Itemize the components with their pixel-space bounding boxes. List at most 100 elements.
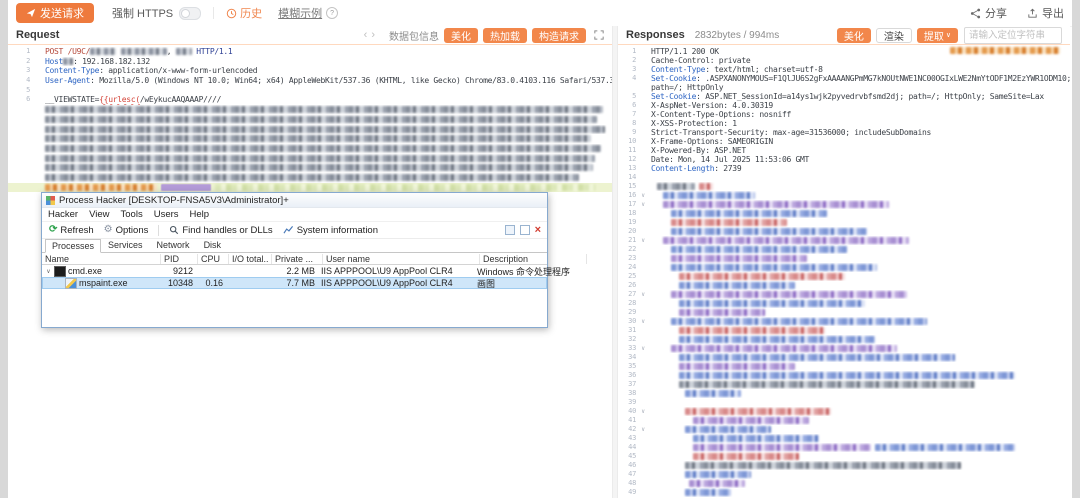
process-cell: IIS APPPOOL\U9 AppPool CLR4 xyxy=(318,266,474,276)
window-controls: × xyxy=(505,225,543,236)
tab-network[interactable]: Network xyxy=(150,238,197,252)
editor-line xyxy=(8,163,612,173)
editor-line: 3Content-Type: application/x-www-form-ur… xyxy=(8,66,612,76)
menu-item-view[interactable]: View xyxy=(89,209,109,220)
extract-dropdown-button[interactable]: 提取 ∨ xyxy=(917,28,958,43)
tab-disk[interactable]: Disk xyxy=(197,238,229,252)
process-name-cell: ∨cmd.exe xyxy=(42,266,160,277)
column-header-1[interactable]: PID xyxy=(161,254,198,264)
fuzz-example-link[interactable]: 模糊示例 xyxy=(278,5,322,21)
line-content xyxy=(647,443,1070,452)
locate-string-input[interactable] xyxy=(964,27,1062,44)
column-header-5[interactable]: User name xyxy=(323,254,480,264)
options-button[interactable]: ⚙ Options xyxy=(101,225,152,236)
line-content xyxy=(647,434,1070,443)
redacted-content xyxy=(161,184,211,191)
fold-icon[interactable]: ∨ xyxy=(639,191,647,200)
editor-line: 47 xyxy=(618,470,1070,479)
share-button[interactable]: 分享 xyxy=(970,5,1007,21)
column-header-0[interactable]: Name xyxy=(42,254,161,264)
fold-icon[interactable]: ∨ xyxy=(639,407,647,416)
process-row-mspaint-exe[interactable]: mspaint.exe103480.167.7 MBIIS APPPOOL\U9… xyxy=(42,277,547,289)
code-text: __VIEWSTATE= xyxy=(45,95,99,104)
editor-line: 10X-Frame-Options: SAMEORIGIN xyxy=(618,137,1070,146)
redacted-content xyxy=(663,192,755,199)
line-content xyxy=(647,362,1070,371)
editor-line: path=/; HttpOnly xyxy=(618,83,1070,92)
editor-line: 27∨ xyxy=(618,290,1070,299)
editor-line: 7X-Content-Type-Options: nosniff xyxy=(618,110,1070,119)
close-icon[interactable]: × xyxy=(535,225,541,236)
line-content xyxy=(647,452,1070,461)
redacted-content xyxy=(215,184,595,191)
history-button[interactable]: 历史 xyxy=(226,5,262,21)
fold-icon[interactable]: ∨ xyxy=(639,200,647,209)
fold-icon[interactable]: ∨ xyxy=(639,425,647,434)
tree-expander-icon[interactable]: ∨ xyxy=(45,268,52,275)
process-cell: 2.2 MB xyxy=(268,266,318,276)
process-row-cmd-exe[interactable]: ∨cmd.exe92122.2 MBIIS APPPOOL\U9 AppPool… xyxy=(42,265,547,277)
menu-item-hacker[interactable]: Hacker xyxy=(48,209,78,220)
code-text: X-Powered-By: ASP.NET xyxy=(651,146,746,155)
response-editor[interactable]: 1HTTP/1.1 200 OK2Cache-Control: private3… xyxy=(618,45,1070,498)
force-https-toggle[interactable] xyxy=(179,7,201,20)
menu-item-users[interactable]: Users xyxy=(154,209,179,220)
redacted-content xyxy=(685,489,731,496)
system-information-button[interactable]: System information xyxy=(280,225,381,236)
line-content xyxy=(647,263,1070,272)
menu-item-help[interactable]: Help xyxy=(190,209,210,220)
redacted-content xyxy=(45,126,605,133)
line-number: 15 xyxy=(618,182,639,191)
history-label: 历史 xyxy=(240,5,262,21)
line-content xyxy=(647,407,1070,416)
line-number: 36 xyxy=(618,371,639,380)
beautify-response-button[interactable]: 美化 xyxy=(837,28,871,43)
editor-line: 29 xyxy=(618,308,1070,317)
fold-icon[interactable]: ∨ xyxy=(639,317,647,326)
fold-icon[interactable]: ∨ xyxy=(639,236,647,245)
line-number: 16 xyxy=(618,191,639,200)
find-handles-button[interactable]: Find handles or DLLs xyxy=(166,225,275,236)
line-content: Content-Length: 2739 xyxy=(647,164,1070,173)
refresh-button[interactable]: ⟳ Refresh xyxy=(46,225,97,236)
export-button[interactable]: 导出 xyxy=(1027,5,1064,21)
prev-page-icon[interactable]: ‹ xyxy=(364,29,368,41)
send-request-button[interactable]: 发送请求 xyxy=(16,3,94,23)
beautify-request-button[interactable]: 美化 xyxy=(444,28,478,43)
code-text: : .ASPXANONYMOUS=F1QlJU6S2gFxAAAANGPmMG7… xyxy=(696,74,1070,83)
editor-line: 25 xyxy=(618,272,1070,281)
hot-reload-button[interactable]: 热加载 xyxy=(483,28,527,43)
line-content: User-Agent: Mozilla/5.0 (Windows NT 10.0… xyxy=(41,76,612,86)
tab-processes[interactable]: Processes xyxy=(45,239,101,253)
request-title: Request xyxy=(16,29,59,41)
line-content xyxy=(41,183,612,193)
column-header-3[interactable]: I/O total.. xyxy=(229,254,272,264)
build-request-button[interactable]: 构造请求 xyxy=(532,28,586,43)
process-cell: 7.7 MB xyxy=(268,278,318,288)
redacted-content xyxy=(671,345,897,352)
fold-icon[interactable]: ∨ xyxy=(639,290,647,299)
fold-icon[interactable]: ∨ xyxy=(639,344,647,353)
line-number: 12 xyxy=(618,155,639,164)
column-header-6[interactable]: Description xyxy=(480,254,587,264)
line-number: 47 xyxy=(618,470,639,479)
process-hacker-titlebar[interactable]: Process Hacker [DESKTOP-FNSA5V3\Administ… xyxy=(42,193,547,208)
menu-item-tools[interactable]: Tools xyxy=(121,209,143,220)
line-content xyxy=(647,371,1070,380)
fullscreen-icon[interactable] xyxy=(594,30,604,40)
line-number: 37 xyxy=(618,380,639,389)
line-number: 18 xyxy=(618,209,639,218)
column-header-2[interactable]: CPU xyxy=(198,254,229,264)
main-panel: 发送请求 强制 HTTPS 历史 模糊示例 ? 分享 导出 xyxy=(8,0,1072,498)
panel-toggle-icon[interactable] xyxy=(505,225,515,235)
line-number: 40 xyxy=(618,407,639,416)
redacted-content xyxy=(45,184,157,191)
next-page-icon[interactable]: › xyxy=(371,29,375,41)
render-response-button[interactable]: 渲染 xyxy=(876,28,912,43)
column-header-4[interactable]: Private ... xyxy=(272,254,323,264)
help-icon[interactable]: ? xyxy=(326,7,338,19)
request-header: Request ‹ › 数据包信息 美化 热加载 构造请求 xyxy=(8,26,612,45)
line-content: Content-Type: application/x-www-form-url… xyxy=(41,66,612,76)
panel-toggle2-icon[interactable] xyxy=(520,225,530,235)
tab-services[interactable]: Services xyxy=(101,238,150,252)
